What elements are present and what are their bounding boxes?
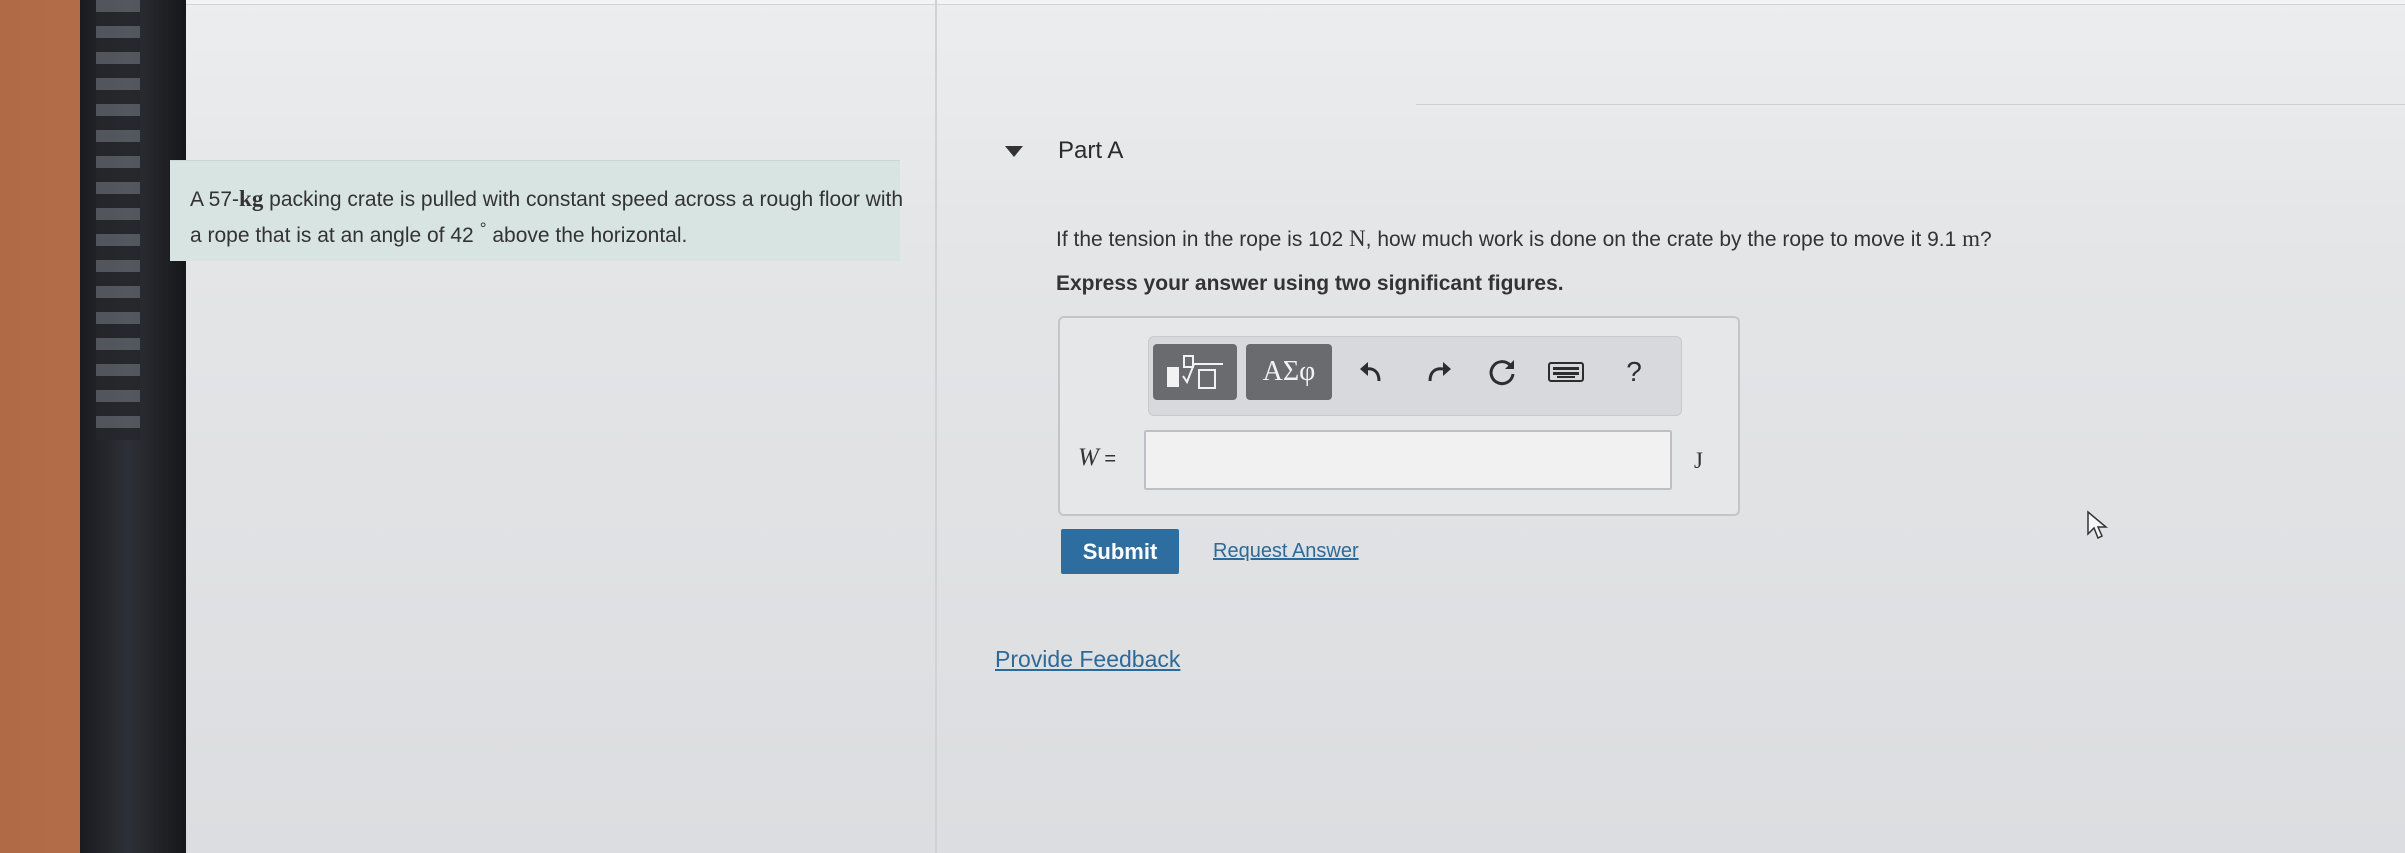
templates-icon <box>1167 355 1223 389</box>
undo-icon[interactable] <box>1352 352 1392 392</box>
part-title[interactable]: Part A <box>1058 137 1123 165</box>
distance-unit: m <box>1962 226 1981 251</box>
answer-equals: = <box>1098 448 1117 470</box>
provide-feedback-link[interactable]: Provide Feedback <box>995 646 1180 673</box>
problem-text-end: above the horizontal. <box>486 224 688 247</box>
question-middle: , how much work is done on the crate by … <box>1365 228 1963 251</box>
templates-button[interactable] <box>1153 344 1237 400</box>
answer-input[interactable] <box>1144 430 1672 490</box>
greek-symbols-button[interactable]: ΑΣφ <box>1246 344 1332 400</box>
answer-unit: J <box>1694 448 1703 473</box>
question-text: If the tension in the rope is 102 N, how… <box>1056 226 1992 252</box>
answer-variable: W <box>1078 444 1099 471</box>
question-start: If the tension in the rope is 102 <box>1056 228 1350 251</box>
redo-icon[interactable] <box>1419 352 1459 392</box>
problem-text-start: A 57- <box>190 188 240 211</box>
answer-variable-label: W = <box>1078 444 1116 472</box>
mass-unit: kg <box>239 186 264 211</box>
bezel-pattern <box>96 0 140 440</box>
degree-symbol: ° <box>479 219 487 238</box>
request-answer-link[interactable]: Request Answer <box>1213 540 1359 563</box>
mouse-cursor-icon <box>2086 510 2109 545</box>
submit-button[interactable]: Submit <box>1061 529 1179 574</box>
help-button[interactable]: ? <box>1614 352 1654 392</box>
problem-statement: A 57-kg packing crate is pulled with con… <box>190 184 910 250</box>
reset-icon[interactable] <box>1482 352 1522 392</box>
top-strip <box>186 0 2405 5</box>
tension-unit: N <box>1349 226 1366 251</box>
photo-frame: A 57-kg packing crate is pulled with con… <box>0 0 2405 853</box>
question-end: ? <box>1980 228 1992 251</box>
collapse-caret-icon[interactable] <box>1005 146 1023 157</box>
keyboard-icon[interactable] <box>1546 352 1586 392</box>
instruction-text: Express your answer using two significan… <box>1056 272 1564 295</box>
column-divider <box>935 0 937 853</box>
section-divider <box>1416 104 2405 105</box>
